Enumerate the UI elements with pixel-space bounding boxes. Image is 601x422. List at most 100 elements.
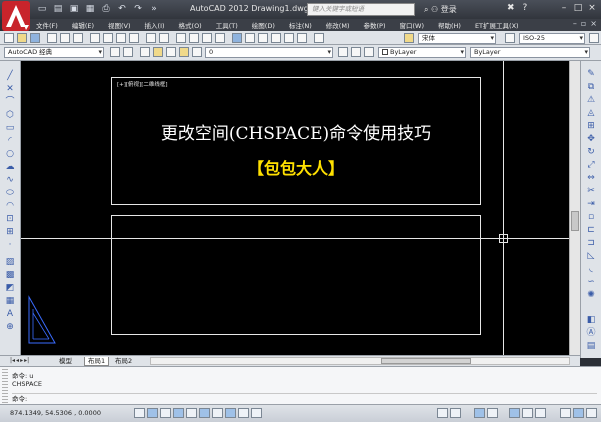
polar-tracking-icon[interactable] [186, 408, 197, 418]
annotation-scale-icon[interactable] [474, 408, 485, 418]
infer-constraints-icon[interactable] [134, 408, 145, 418]
gradient-icon[interactable]: ▩ [4, 270, 16, 280]
application-status-icon[interactable] [573, 408, 584, 418]
help-toolbar-icon[interactable] [314, 33, 324, 43]
menu-dimension[interactable]: 标注(N) [289, 20, 312, 30]
layer-states-icon[interactable] [140, 47, 150, 57]
table-icon[interactable]: ▦ [4, 296, 16, 306]
polyline-icon[interactable]: ⌒ [4, 97, 16, 107]
zoom-realtime-icon[interactable] [189, 33, 199, 43]
otrack-icon[interactable] [212, 408, 223, 418]
stretch-icon[interactable]: ⇔ [585, 173, 597, 183]
break-at-point-icon[interactable]: ▫ [585, 212, 597, 222]
print-icon[interactable]: ⎙ [100, 3, 112, 15]
ellipse-icon[interactable]: ⬭ [4, 188, 16, 198]
paste-icon[interactable] [116, 33, 126, 43]
lock-ui-icon[interactable] [522, 408, 533, 418]
menu-express-tools[interactable]: ET扩展工具(X) [475, 20, 519, 30]
tab-layout2[interactable]: 布局2 [112, 357, 135, 366]
saveas-icon[interactable]: ▦ [84, 3, 96, 15]
plot-preview-icon[interactable] [60, 33, 70, 43]
sheet-set-icon[interactable] [271, 33, 281, 43]
workspace-switch-icon[interactable] [509, 408, 520, 418]
exchange-icon[interactable]: ✖ [507, 3, 515, 13]
array-icon[interactable]: ⊞ [585, 121, 597, 131]
login-button[interactable]: ⌕ ⚇ 登录 [424, 4, 457, 15]
mtext-icon[interactable]: A [4, 309, 16, 319]
tool-palettes-icon[interactable] [258, 33, 268, 43]
break-icon[interactable]: ⊏ [585, 225, 597, 235]
make-block-icon[interactable]: ⊞ [4, 227, 16, 237]
ortho-mode-icon[interactable] [173, 408, 184, 418]
construction-line-icon[interactable]: ✕ [4, 84, 16, 94]
match-properties-icon[interactable] [129, 33, 139, 43]
add-selected-icon[interactable]: ⊕ [4, 322, 16, 332]
menu-help[interactable]: 帮助(H) [438, 20, 461, 30]
redo-icon[interactable]: ↷ [132, 3, 144, 15]
layer-previous-icon[interactable] [351, 47, 361, 57]
make-current-icon[interactable] [338, 47, 348, 57]
spline-icon[interactable]: ∿ [4, 175, 16, 185]
isolate-objects-icon[interactable] [560, 408, 571, 418]
layer-color-icon[interactable] [192, 47, 202, 57]
copy-icon[interactable] [103, 33, 113, 43]
viewport-bottom[interactable] [111, 215, 481, 335]
linetype-select[interactable]: ByLayer [470, 47, 590, 58]
region-icon[interactable]: ◩ [4, 283, 16, 293]
hatch-icon[interactable]: ▨ [4, 257, 16, 267]
open-icon[interactable]: ▤ [52, 3, 64, 15]
properties-icon[interactable] [232, 33, 242, 43]
markup-icon[interactable] [284, 33, 294, 43]
search-input[interactable]: 键入关键字或短语 [307, 3, 415, 16]
menu-window[interactable]: 窗口(W) [399, 20, 424, 30]
dynamic-input-icon[interactable] [238, 408, 249, 418]
layer-select[interactable]: 0 [205, 47, 333, 58]
zoom-window-icon[interactable] [202, 33, 212, 43]
table-style-icon[interactable] [589, 33, 599, 43]
menu-tools[interactable]: 工具(T) [216, 20, 238, 30]
trim-icon[interactable]: ✂ [585, 186, 597, 196]
workspace-select[interactable]: AutoCAD 经典 [4, 47, 104, 58]
rotate-icon[interactable]: ↻ [585, 147, 597, 157]
mirror-icon[interactable]: ⚠ [585, 95, 597, 105]
menu-format[interactable]: 格式(O) [179, 20, 202, 30]
blend-icon[interactable]: ∽ [585, 277, 597, 287]
grid-display-icon[interactable] [160, 408, 171, 418]
command-window-grip[interactable] [2, 369, 8, 403]
undo-toolbar-icon[interactable] [146, 33, 156, 43]
viewport-label[interactable]: [+][俯视][二维线框] [117, 80, 167, 88]
menu-edit[interactable]: 编辑(E) [72, 20, 94, 30]
menu-file[interactable]: 文件(F) [36, 20, 58, 30]
more-icon[interactable]: » [148, 3, 160, 15]
rectangle-icon[interactable]: ▭ [4, 123, 16, 133]
publish-icon[interactable] [73, 33, 83, 43]
dynamic-ucs-icon[interactable] [225, 408, 236, 418]
offset-icon[interactable]: ◬ [585, 108, 597, 118]
arc-icon[interactable]: ◜ [4, 136, 16, 146]
layer-match-icon[interactable] [364, 47, 374, 57]
coordinate-readout[interactable]: 874.1349, 54.5306 , 0.0000 [10, 409, 101, 417]
dim-style-select[interactable]: ISO-25 [519, 33, 585, 44]
open-file-icon[interactable] [17, 33, 27, 43]
help-icon[interactable]: ? [523, 3, 528, 13]
scale-icon[interactable]: ⤢ [585, 160, 597, 170]
autocad-a-icon[interactable] [2, 1, 30, 31]
join-icon[interactable]: ⊐ [585, 238, 597, 248]
polygon-icon[interactable]: ⬡ [4, 110, 16, 120]
save-icon[interactable]: ▣ [68, 3, 80, 15]
layer-lock-icon[interactable] [179, 47, 189, 57]
tab-layout1[interactable]: 布局1 [84, 357, 110, 366]
snap-mode-icon[interactable] [147, 408, 158, 418]
cut-icon[interactable] [90, 33, 100, 43]
command-input[interactable]: 命令: [12, 393, 597, 403]
explode-icon[interactable]: ✺ [585, 290, 597, 300]
horizontal-scroll-thumb[interactable] [381, 358, 471, 364]
annotation-visibility-icon[interactable] [487, 408, 498, 418]
menu-parametric[interactable]: 参数(P) [363, 20, 385, 30]
new-file-icon[interactable] [4, 33, 14, 43]
doc-close-icon[interactable]: × [590, 19, 597, 28]
insert-block-icon[interactable]: ⊡ [4, 214, 16, 224]
horizontal-scrollbar[interactable] [150, 357, 570, 365]
new-icon[interactable]: ▭ [36, 3, 48, 15]
clean-screen-icon[interactable] [586, 408, 597, 418]
